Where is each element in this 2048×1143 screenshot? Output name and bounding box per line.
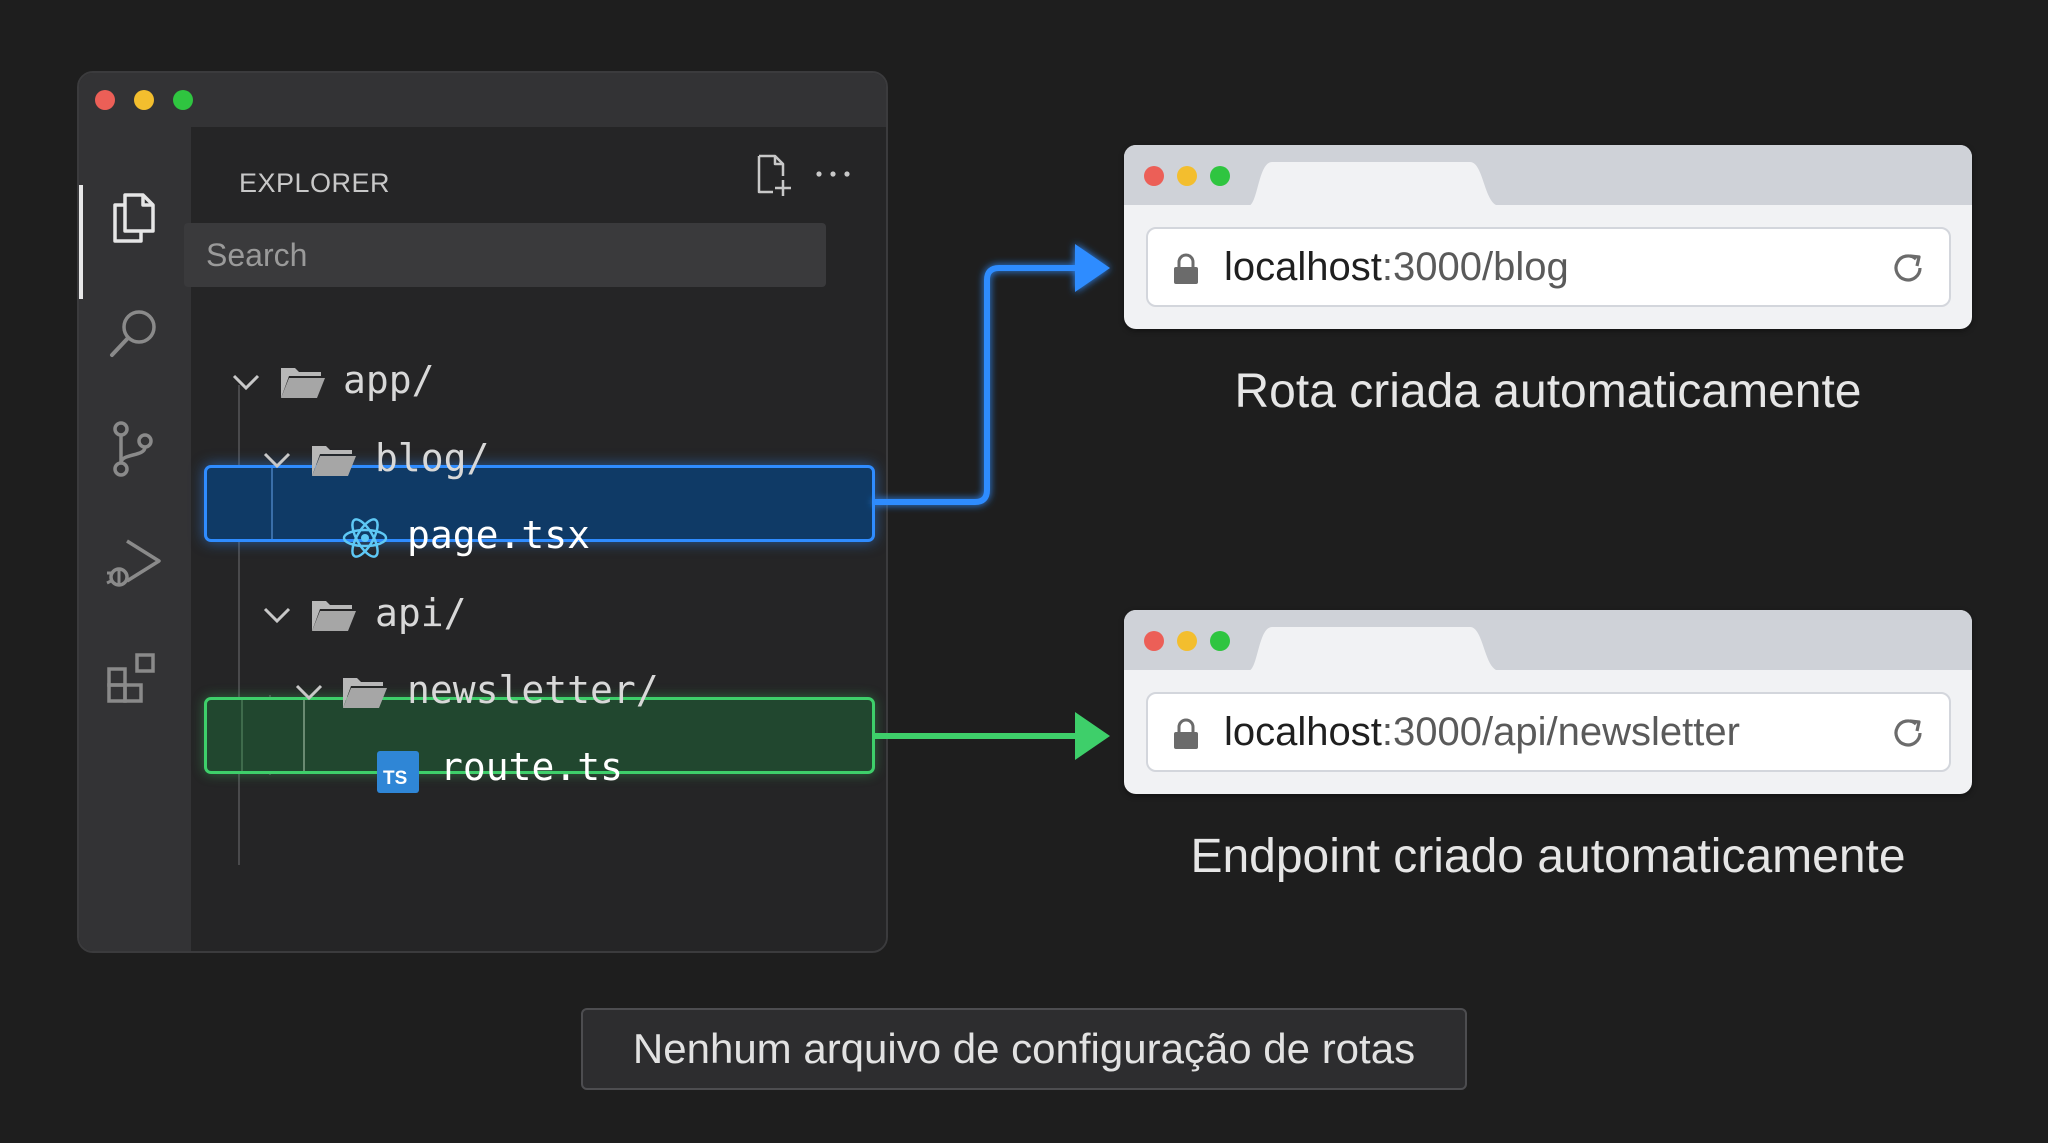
chevron-down-icon[interactable] <box>293 678 325 706</box>
browser-tabbar <box>1124 610 1972 671</box>
chevron-down-icon[interactable] <box>261 446 293 474</box>
tree-item-label: page.tsx <box>407 513 591 557</box>
blue-arrow <box>873 244 1110 505</box>
folder-open-icon <box>312 601 356 631</box>
browser-tab[interactable] <box>1248 158 1500 206</box>
tree-item-label: newsletter/ <box>407 668 659 712</box>
tree-item-label: api/ <box>375 591 467 635</box>
explorer-title: EXPLORER <box>239 168 391 198</box>
browser-tabbar <box>1124 145 1972 206</box>
chevron-down-icon[interactable] <box>261 601 293 629</box>
tree-item-blog[interactable]: blog/ <box>79 428 886 492</box>
files-icon[interactable] <box>101 185 165 249</box>
typescript-icon: TS <box>377 751 419 793</box>
url-path: :3000/blog <box>1381 245 1569 289</box>
reload-icon[interactable] <box>1889 249 1927 287</box>
maximize-window-button[interactable] <box>173 90 193 110</box>
minimize-window-button[interactable] <box>1177 631 1197 651</box>
tree-item-page-tsx[interactable]: page.tsx <box>79 505 886 569</box>
active-indicator <box>79 185 83 299</box>
more-actions-icon[interactable] <box>813 167 853 181</box>
editor-window: EXPLORER app/ blog/ <box>77 71 888 953</box>
minimize-window-button[interactable] <box>1177 166 1197 186</box>
browser-window-api: localhost:3000/api/newsletter <box>1124 610 1972 794</box>
search-input[interactable] <box>206 237 826 274</box>
search-field[interactable] <box>184 223 826 287</box>
chevron-down-icon[interactable] <box>230 368 262 396</box>
reload-icon[interactable] <box>1889 714 1927 752</box>
lock-icon <box>1174 718 1198 749</box>
react-icon <box>342 518 388 558</box>
browser-tab[interactable] <box>1248 623 1500 671</box>
new-file-icon[interactable] <box>753 152 793 198</box>
footer-note: Nenhum arquivo de configuração de rotas <box>581 1008 1467 1090</box>
address-bar[interactable]: localhost:3000/blog <box>1146 227 1951 307</box>
url-host: localhost <box>1224 245 1382 289</box>
address-bar[interactable]: localhost:3000/api/newsletter <box>1146 692 1951 772</box>
maximize-window-button[interactable] <box>1210 166 1230 186</box>
folder-open-icon <box>281 368 325 398</box>
tree-item-newsletter[interactable]: newsletter/ <box>79 660 886 724</box>
url-path: :3000/api/newsletter <box>1381 710 1740 754</box>
maximize-window-button[interactable] <box>1210 631 1230 651</box>
url-text: localhost:3000/api/newsletter <box>1224 710 1740 755</box>
browser-window-blog: localhost:3000/blog <box>1124 145 1972 329</box>
caption-endpoint: Endpoint criado automaticamente <box>1190 830 1906 883</box>
close-window-button[interactable] <box>1144 631 1164 651</box>
folder-open-icon <box>343 678 387 708</box>
close-window-button[interactable] <box>1144 166 1164 186</box>
url-text: localhost:3000/blog <box>1224 245 1569 290</box>
tree-item-label: app/ <box>343 358 435 402</box>
url-host: localhost <box>1224 710 1382 754</box>
tree-item-api[interactable]: api/ <box>79 583 886 647</box>
folder-open-icon <box>312 446 356 476</box>
tree-item-label: blog/ <box>375 436 490 480</box>
tree-item-route-ts[interactable]: TS route.ts <box>79 737 886 801</box>
minimize-window-button[interactable] <box>134 90 154 110</box>
lock-icon <box>1174 253 1198 284</box>
close-window-button[interactable] <box>95 90 115 110</box>
tree-item-app[interactable]: app/ <box>79 350 886 414</box>
tree-item-label: route.ts <box>440 745 624 789</box>
green-arrow <box>873 712 1110 760</box>
editor-titlebar <box>79 73 886 127</box>
caption-route: Rota criada automaticamente <box>1234 365 1862 418</box>
